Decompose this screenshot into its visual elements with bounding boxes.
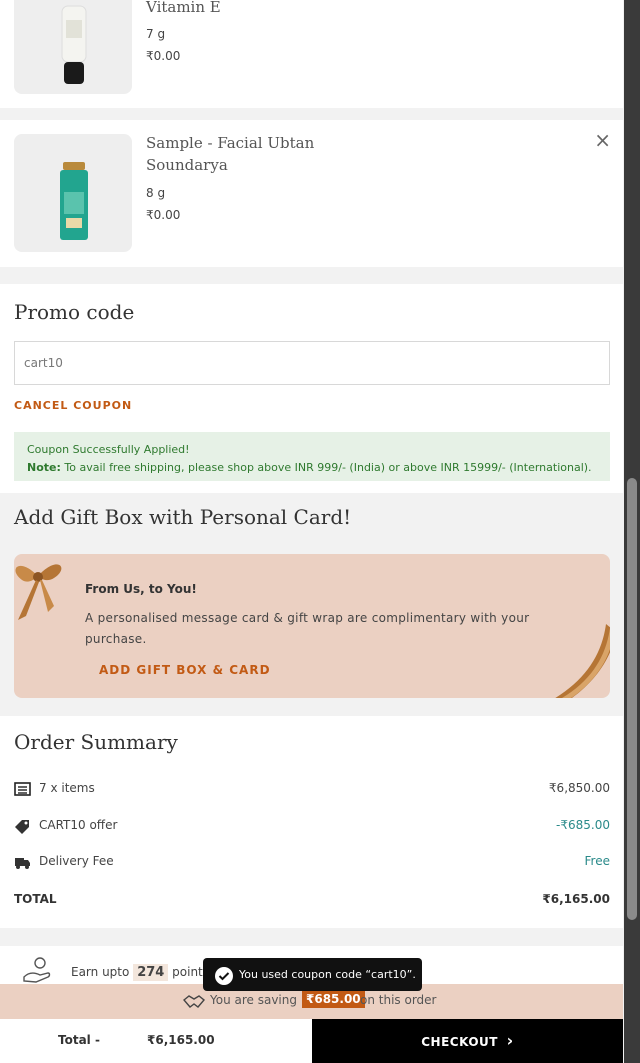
page-scrollbar[interactable] [624,0,640,1063]
cart-item-facial-ubtan: Sample - Facial Ubtan Soundarya 8 g ₹0.0… [0,120,623,267]
note-text: To avail free shipping, please shop abov… [60,461,592,474]
offer-label: CART10 offer [39,818,118,832]
check-circle-icon [215,967,233,985]
product-weight: 8 g [146,186,166,200]
product-name[interactable]: Vitamin E [146,0,221,18]
offer-value: -₹685.00 [556,818,610,832]
promo-title: Promo code [14,300,135,324]
rewards-prefix: Earn upto [71,965,130,979]
product-thumbnail[interactable] [14,0,132,94]
promo-code-input[interactable]: cart10 [14,341,610,385]
hand-coin-icon [23,957,51,983]
saving-amount: ₹685.00 [302,990,365,1008]
rewards-text: Earn upto 274 points [71,964,209,981]
saving-suffix: on this order [360,993,437,1007]
toast-message: You used coupon code “cart10”. [239,968,416,981]
total-value: ₹6,165.00 [542,892,610,906]
checkout-bar: Total - ₹6,165.00 CHECKOUT › [0,1019,623,1063]
remove-item-icon[interactable]: × [594,128,611,152]
summary-items-row: 7 x items ₹6,850.00 [14,779,610,799]
items-label: 7 x items [39,781,95,795]
cancel-coupon-link[interactable]: CANCEL COUPON [14,399,132,412]
product-weight: 7 g [146,27,166,41]
list-icon [14,782,31,796]
gift-card-text: A personalised message card & gift wrap … [85,611,530,646]
coupon-toast: You used coupon code “cart10”. [203,958,422,991]
tag-icon [15,820,29,834]
checkout-label: CHECKOUT [421,1035,498,1049]
product-name[interactable]: Sample - Facial Ubtan Soundarya [146,132,314,176]
summary-offer-row: CART10 offer -₹685.00 [14,816,610,836]
gift-card-panel: From Us, to You! A personalised message … [14,554,610,698]
chevron-right-icon: › [506,1031,514,1050]
delivery-value: Free [584,854,610,868]
saving-prefix: You are saving [210,993,297,1007]
product-name-line1: Sample - Facial Ubtan [146,134,315,152]
delivery-label: Delivery Fee [39,854,114,868]
note-label: Note: [27,461,61,474]
gift-card-heading: From Us, to You! [85,582,197,596]
total-label: TOTAL [14,892,57,906]
scrollbar-thumb[interactable] [627,478,637,920]
summary-total-row: TOTAL ₹6,165.00 [14,890,610,910]
footer-total-label: Total - [58,1033,100,1047]
truck-icon [15,858,30,869]
items-value: ₹6,850.00 [548,781,610,795]
order-summary-title: Order Summary [14,730,178,754]
product-thumbnail[interactable] [14,134,132,252]
shipping-note: Note: To avail free shipping, please sho… [27,459,597,477]
coupon-success-message: Coupon Successfully Applied! Note: To av… [14,432,610,481]
gift-title: Add Gift Box with Personal Card! [14,505,352,529]
product-price: ₹0.00 [146,49,181,63]
cart-item-vitamin-e: Vitamin E 7 g ₹0.00 [0,0,623,108]
product-price: ₹0.00 [146,208,181,222]
bow-icon [15,564,62,620]
checkout-button[interactable]: CHECKOUT › [312,1019,623,1063]
handshake-icon [183,995,205,1008]
add-gift-box-button[interactable]: ADD GIFT BOX & CARD [99,663,271,677]
footer-total-value: ₹6,165.00 [147,1033,215,1047]
product-name-line2: Soundarya [146,156,228,174]
summary-delivery-row: Delivery Fee Free [14,852,610,872]
rewards-points: 274 [133,964,169,981]
success-text: Coupon Successfully Applied! [27,443,190,456]
ribbon-icon [555,624,610,698]
